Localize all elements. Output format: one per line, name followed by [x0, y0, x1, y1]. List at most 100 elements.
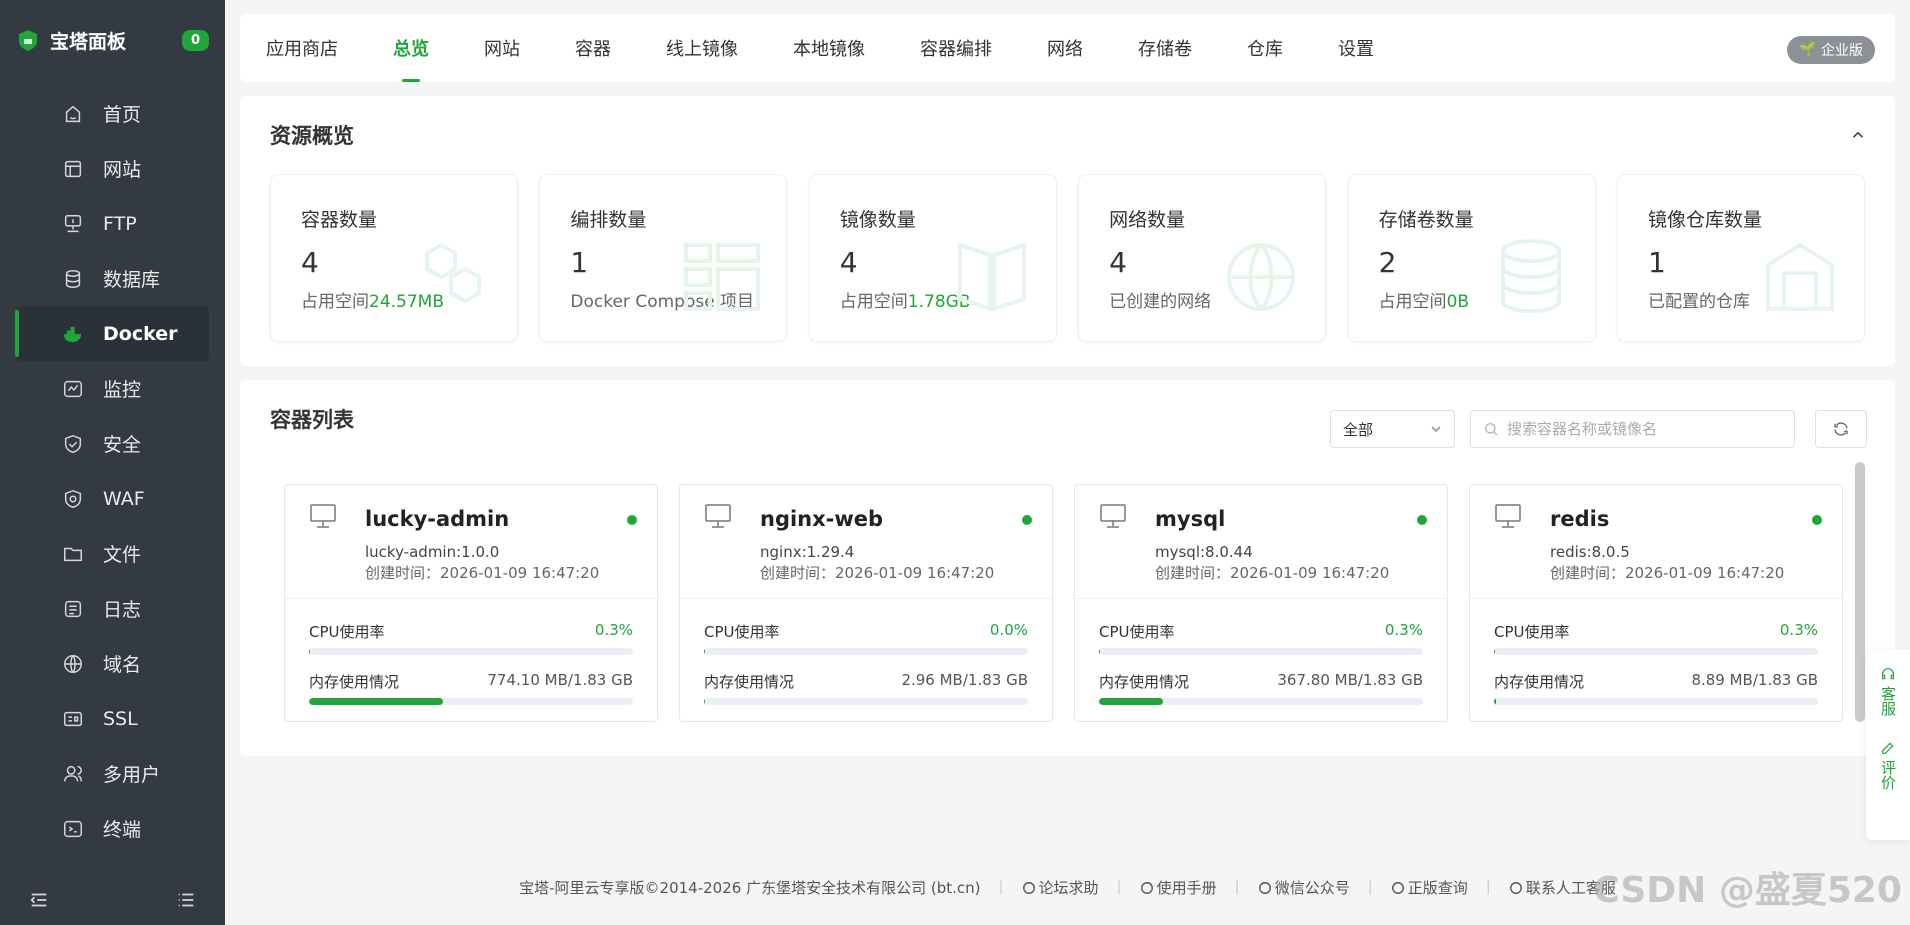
cpu-row: CPU使用率 0.3%: [1099, 621, 1423, 642]
sidebar-item-label: 监控: [103, 379, 142, 401]
sidebar-item-多用户[interactable]: 多用户: [16, 746, 209, 801]
container-card[interactable]: mysql mysql:8.0.44 创建时间：2026-01-09 16:47…: [1074, 484, 1448, 722]
stat-card-volume-count[interactable]: 存储卷数量 2 占用空间0B: [1347, 174, 1596, 342]
container-card[interactable]: redis redis:8.0.5 创建时间：2026-01-09 16:47:…: [1469, 484, 1843, 722]
mem-value: 367.80 MB/1.83 GB: [1277, 671, 1423, 689]
sidebar-item-域名[interactable]: 域名: [16, 636, 209, 691]
resource-overview-panel: 资源概览 容器数量 4 占用空间24.57MB 编排数量 1 Docker Co…: [240, 96, 1895, 366]
sidebar-item-ssl[interactable]: SSL: [16, 691, 209, 746]
footer-link-label: 微信公众号: [1274, 879, 1350, 897]
enterprise-badge[interactable]: 🌱 企业版: [1786, 36, 1875, 64]
sidebar-item-docker[interactable]: Docker: [15, 306, 209, 361]
sidebar-item-ftp[interactable]: FTP: [16, 196, 209, 251]
monitor-icon: [1099, 503, 1127, 533]
database-icon: [61, 267, 85, 291]
sidebar-item-数据库[interactable]: 数据库: [16, 251, 209, 306]
sidebar-item-label: 日志: [103, 599, 142, 621]
mem-bar-fill: [1494, 698, 1496, 705]
review-button[interactable]: 评价: [1879, 740, 1897, 790]
container-created: 创建时间：2026-01-09 16:47:20: [760, 564, 995, 582]
website-icon: [61, 157, 85, 181]
hand-icon: [1509, 881, 1522, 894]
container-name[interactable]: lucky-admin: [365, 507, 633, 531]
refresh-button[interactable]: [1815, 410, 1867, 448]
globe-icon: [61, 652, 85, 676]
stat-label: 编排数量: [570, 209, 647, 231]
stat-card-container-count[interactable]: 容器数量 4 占用空间24.57MB: [270, 174, 518, 342]
chevron-down-icon: [1431, 426, 1441, 433]
sidebar-item-label: 网站: [103, 159, 142, 181]
mem-value: 8.89 MB/1.83 GB: [1691, 671, 1818, 689]
tab-1[interactable]: 总览: [393, 14, 429, 82]
tab-0[interactable]: 应用商店: [266, 14, 338, 82]
stat-label: 存储卷数量: [1378, 209, 1474, 231]
stat-label: 网络数量: [1109, 209, 1186, 231]
sidebar-item-label: 安全: [103, 434, 142, 456]
sidebar-item-label: FTP: [103, 212, 137, 235]
container-created: 创建时间：2026-01-09 16:47:20: [1550, 564, 1785, 582]
tab-7[interactable]: 网络: [1047, 14, 1083, 82]
container-image: nginx:1.29.4: [760, 543, 855, 561]
notification-badge[interactable]: 0: [181, 29, 209, 51]
sidebar-item-日志[interactable]: 日志: [16, 581, 209, 636]
ftp-icon: [61, 212, 85, 236]
footer-link-1[interactable]: 使用手册: [1140, 877, 1217, 898]
sidebar-item-安全[interactable]: 安全: [16, 416, 209, 471]
status-filter-select[interactable]: 全部: [1330, 410, 1455, 448]
stat-row: 容器数量 4 占用空间24.57MB 编排数量 1 Docker Compose…: [270, 174, 1865, 342]
stat-card-compose-count[interactable]: 编排数量 1 Docker Compose 项目: [539, 174, 788, 342]
footer-link-0[interactable]: 论坛求助: [1022, 877, 1099, 898]
footer-link-3[interactable]: 正版查询: [1391, 877, 1468, 898]
container-cards: lucky-admin lucky-admin:1.0.0 创建时间：2026-…: [284, 484, 1865, 722]
cpu-bar-fill: [1099, 648, 1100, 655]
sidebar-item-waf[interactable]: WAF: [16, 471, 209, 526]
tab-4[interactable]: 线上镜像: [666, 14, 738, 82]
sidebar-item-监控[interactable]: 监控: [16, 361, 209, 416]
search-box[interactable]: [1470, 410, 1795, 448]
collapse-sidebar-icon[interactable]: [28, 889, 50, 911]
container-name[interactable]: redis: [1550, 507, 1818, 531]
tab-3[interactable]: 容器: [575, 14, 611, 82]
customer-service-button[interactable]: 客服: [1879, 666, 1897, 716]
monitor-icon: [1494, 503, 1522, 533]
footer-link-2[interactable]: 微信公众号: [1258, 877, 1350, 898]
stat-card-network-count[interactable]: 网络数量 4 已创建的网络: [1078, 174, 1327, 342]
scrollbar-thumb[interactable]: [1855, 462, 1865, 722]
menu-list-icon[interactable]: [175, 889, 197, 911]
container-name[interactable]: mysql: [1155, 507, 1423, 531]
container-card[interactable]: nginx-web nginx:1.29.4 创建时间：2026-01-09 1…: [679, 484, 1053, 722]
chevron-up-icon[interactable]: [1849, 126, 1867, 148]
mem-bar-fill: [704, 698, 706, 705]
card-header: nginx-web nginx:1.29.4 创建时间：2026-01-09 1…: [680, 485, 1052, 599]
container-card[interactable]: lucky-admin lucky-admin:1.0.0 创建时间：2026-…: [284, 484, 658, 722]
sidebar-item-网站[interactable]: 网站: [16, 141, 209, 196]
tab-5[interactable]: 本地镜像: [793, 14, 865, 82]
tab-8[interactable]: 存储卷: [1138, 14, 1192, 82]
cpu-bar: [1494, 648, 1818, 655]
tab-2[interactable]: 网站: [484, 14, 520, 82]
container-name[interactable]: nginx-web: [760, 507, 1028, 531]
filter-value: 全部: [1343, 420, 1374, 439]
docker-tabs: 应用商店 总览 网站 容器 线上镜像 本地镜像 容器编排 网络 存储卷 仓库 设置 🌱 企业版: [240, 14, 1895, 82]
search-input[interactable]: [1507, 420, 1777, 438]
sidebar-item-终端[interactable]: 终端: [16, 801, 209, 856]
cpu-row: CPU使用率 0.3%: [1494, 621, 1818, 642]
footer-separator: |: [998, 877, 1004, 895]
search-icon: [1485, 423, 1498, 436]
stat-bg-icon: [1758, 235, 1842, 319]
footer-link-label: 正版查询: [1407, 879, 1468, 897]
footer-link-label: 论坛求助: [1038, 879, 1099, 897]
tab-9[interactable]: 仓库: [1247, 14, 1283, 82]
sidebar-item-label: 数据库: [103, 269, 161, 291]
card-header: lucky-admin lucky-admin:1.0.0 创建时间：2026-…: [285, 485, 657, 599]
cpu-bar-fill: [309, 648, 310, 655]
status-running-dot: [1022, 515, 1032, 525]
stat-card-registry-count[interactable]: 镜像仓库数量 1 已配置的仓库: [1616, 174, 1865, 342]
tab-10[interactable]: 设置: [1338, 14, 1374, 82]
stat-card-image-count[interactable]: 镜像数量 4 占用空间1.78GB: [808, 174, 1057, 342]
tab-6[interactable]: 容器编排: [920, 14, 992, 82]
sidebar-item-首页[interactable]: 首页: [16, 86, 209, 141]
stat-sub-prefix: 占用空间: [301, 292, 369, 312]
sidebar-item-文件[interactable]: 文件: [16, 526, 209, 581]
sidebar: 宝塔面板 0 首页 网站 FTP 数据库 Docker 监控 安全 WAF 文件 日志 域名 SSL 多…: [0, 0, 225, 925]
